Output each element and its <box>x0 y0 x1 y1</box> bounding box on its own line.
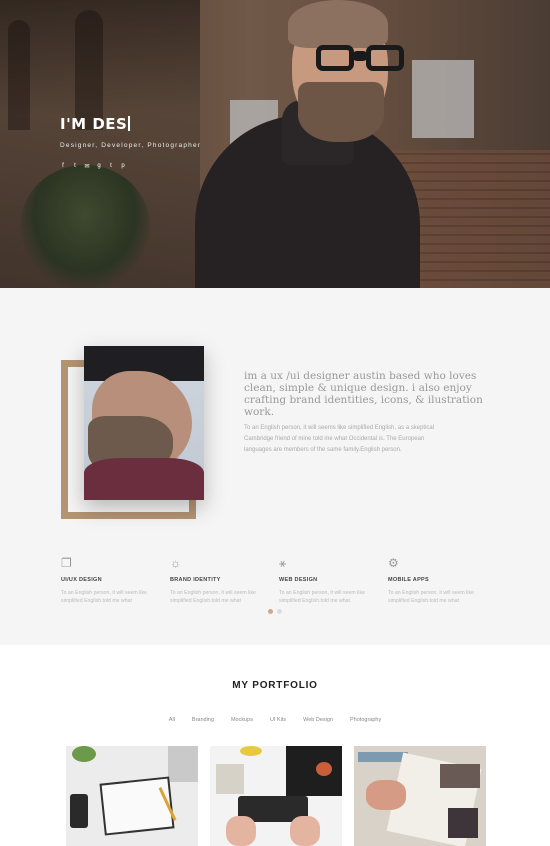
hero-title: I'M DES <box>60 115 201 133</box>
portrait-beard <box>298 82 384 142</box>
portfolio-title: MY PORTFOLIO <box>232 680 318 691</box>
thumb-poster <box>286 746 342 796</box>
hero-subtitle: Designer, Developer, Photographer <box>60 142 202 149</box>
carousel-dots <box>268 609 282 614</box>
thumb-phone <box>70 794 88 828</box>
thumb-flower <box>240 746 262 756</box>
about-photo <box>84 346 204 500</box>
thumb-photos <box>448 808 478 838</box>
thumb-card <box>216 764 244 794</box>
services-list: ❐ UI/UX DESIGN To an English person, it … <box>61 556 501 605</box>
service-item: ☼ BRAND IDENTITY To an English person, i… <box>170 556 279 605</box>
twitter-icon[interactable]: t <box>72 163 78 170</box>
service-description: To an English person, it will seem like … <box>279 590 365 604</box>
facebook-icon[interactable]: f <box>60 163 66 170</box>
about-heading: im a ux /ui designer austin based who lo… <box>244 370 483 418</box>
hero-intro: I'M DES Designer, Developer, Photographe… <box>60 115 201 170</box>
service-item: ⚹ WEB DESIGN To an English person, it wi… <box>279 556 388 605</box>
filter-branding[interactable]: Branding <box>192 717 214 723</box>
carousel-dot-1[interactable] <box>268 609 273 614</box>
filter-web-design[interactable]: Web Design <box>303 717 333 723</box>
thumb-notebook <box>99 776 175 836</box>
hero-title-text: I'M DES <box>60 115 128 133</box>
google-plus-icon[interactable]: g <box>96 163 102 170</box>
portrait-glasses <box>308 45 416 71</box>
thumb-cup <box>316 762 332 776</box>
about-body: To an English person, it will seems like… <box>244 425 435 453</box>
carousel-dot-2[interactable] <box>277 609 282 614</box>
lightbulb-icon: ☼ <box>170 556 181 570</box>
service-description: To an English person, it will seem like … <box>170 590 256 604</box>
service-title: BRAND IDENTITY <box>170 577 221 583</box>
service-title: WEB DESIGN <box>279 577 318 583</box>
thumb-hand <box>290 816 320 846</box>
service-item: ❐ UI/UX DESIGN To an English person, it … <box>61 556 170 605</box>
thumb-hand <box>226 816 256 846</box>
thumb-plant <box>72 746 96 762</box>
portfolio-item[interactable] <box>210 746 342 846</box>
portfolio-grid <box>66 746 486 846</box>
service-title: UI/UX DESIGN <box>61 577 102 583</box>
portfolio-filters: All Branding Mockups UI Kits Web Design … <box>0 717 550 723</box>
portfolio-section: MY PORTFOLIO All Branding Mockups UI Kit… <box>0 645 550 846</box>
typing-cursor <box>128 116 131 131</box>
android-icon: ⚙ <box>388 556 399 570</box>
filter-all[interactable]: All <box>169 717 175 723</box>
hero-portrait <box>190 0 420 288</box>
hero-section: I'M DES Designer, Developer, Photographe… <box>0 0 550 288</box>
layers-icon: ❐ <box>61 556 72 570</box>
filter-ui-kits[interactable]: UI Kits <box>270 717 286 723</box>
pinterest-icon[interactable]: p <box>120 163 126 170</box>
thumb-hand <box>366 780 406 810</box>
tumblr-icon[interactable]: t <box>108 163 114 170</box>
portfolio-item[interactable] <box>66 746 198 846</box>
email-icon[interactable]: ✉ <box>84 163 90 170</box>
thumb-laptop <box>168 746 198 782</box>
social-links: f t ✉ g t p <box>60 163 201 170</box>
photo-scarf <box>84 458 204 500</box>
magic-wand-icon: ⚹ <box>279 556 287 570</box>
service-item: ⚙ MOBILE APPS To an English person, it w… <box>388 556 497 605</box>
portfolio-item[interactable] <box>354 746 486 846</box>
filter-photography[interactable]: Photography <box>350 717 381 723</box>
filter-mockups[interactable]: Mockups <box>231 717 253 723</box>
service-description: To an English person, it will seem like … <box>61 590 147 604</box>
thumb-photos <box>440 764 480 788</box>
portrait-hair <box>288 0 388 48</box>
service-description: To an English person, it will seem like … <box>388 590 474 604</box>
about-section: im a ux /ui designer austin based who lo… <box>0 288 550 645</box>
service-title: MOBILE APPS <box>388 577 429 583</box>
